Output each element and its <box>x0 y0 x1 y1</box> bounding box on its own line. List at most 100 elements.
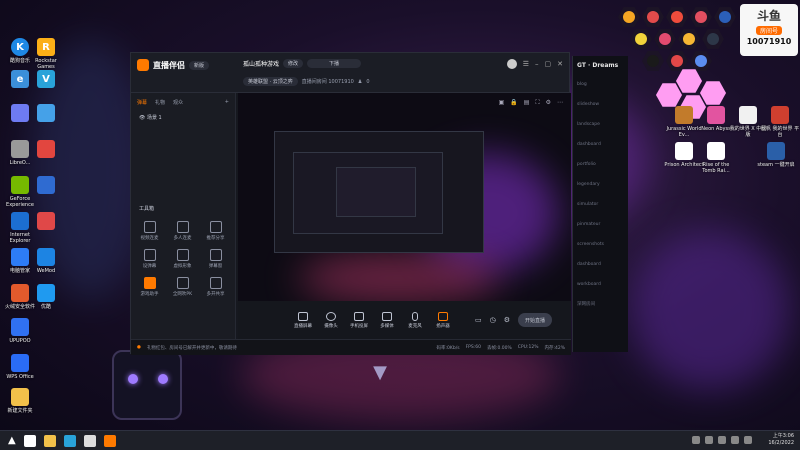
tool-multi-link[interactable]: 多人连麦 <box>166 221 199 241</box>
add-scene-icon[interactable]: + <box>225 99 229 106</box>
hex-app-icon[interactable] <box>702 29 724 49</box>
stream-preview[interactable]: ▣ 🔒 ▤ ⛶ ⚙ ⋯ <box>238 93 571 301</box>
taskbar-app-icon[interactable] <box>23 434 36 447</box>
desktop-icon[interactable]: 优酷 <box>26 284 66 310</box>
list-item[interactable]: portfolio <box>573 155 628 175</box>
hex-app-icon[interactable] <box>654 29 676 49</box>
stop-stream-dropdown[interactable]: 下播 <box>307 59 362 68</box>
desktop-icon[interactable] <box>26 104 66 124</box>
hex-app-icon[interactable] <box>690 7 712 27</box>
tool-share[interactable]: 推荐分享 <box>199 221 232 241</box>
list-item[interactable]: blog <box>573 75 628 95</box>
timer-icon[interactable]: ◷ <box>490 316 496 324</box>
list-item[interactable]: simulator <box>573 195 628 215</box>
list-item[interactable]: landscape <box>573 115 628 135</box>
start-stream-button[interactable]: 开始直播 <box>518 313 553 327</box>
tool-game-helper[interactable]: 游戏助手 <box>133 277 166 297</box>
tool-pk[interactable]: 全网吹PK <box>166 277 199 297</box>
tray-icon[interactable] <box>718 436 726 444</box>
record-icon[interactable]: ▣ <box>499 99 505 107</box>
clock-date: 16/2/2022 <box>768 440 794 446</box>
avatar[interactable] <box>506 59 517 69</box>
record-video-icon[interactable]: ▭ <box>475 316 482 324</box>
list-item[interactable]: dashboard <box>573 135 628 155</box>
start-icon[interactable]: ▲ <box>8 435 16 446</box>
tray-icon[interactable] <box>692 436 700 444</box>
desktop-icon[interactable]: R Rockstar Games <box>26 38 66 70</box>
desktop-icon[interactable] <box>26 212 66 232</box>
list-item[interactable]: 深网房间 <box>573 295 628 315</box>
douyu-room-badge[interactable]: 斗鱼 房间号 10071910 <box>740 4 798 56</box>
minimize-icon[interactable]: – <box>535 60 539 68</box>
desktop-icon[interactable]: steam 一键开启 <box>756 142 796 168</box>
tool-danmu-set[interactable]: 设弹幕 <box>133 249 166 269</box>
edit-title-button[interactable]: 修改 <box>283 59 304 68</box>
list-item[interactable]: legendary <box>573 175 628 195</box>
nested-preview-3 <box>336 167 416 217</box>
version-badge[interactable]: 新版 <box>189 60 210 70</box>
speaker-button[interactable]: 扬声器 <box>433 311 453 329</box>
list-item[interactable]: slideshow <box>573 95 628 115</box>
microphone-button[interactable]: 麦克风 <box>405 311 425 329</box>
upupoo-icon <box>11 318 29 336</box>
eye-icon[interactable]: 👁 <box>139 115 147 121</box>
tray-icon[interactable] <box>744 436 752 444</box>
hex-app-icon[interactable] <box>666 7 688 27</box>
list-item[interactable]: screenshots <box>573 235 628 255</box>
tab-audience[interactable]: 观众 <box>173 99 183 106</box>
tray-icon[interactable] <box>731 436 739 444</box>
desktop-icon[interactable]: 秋帆 我的世界 平台 <box>760 106 800 138</box>
maximize-icon[interactable]: ▢ <box>545 60 552 68</box>
tool-avatar[interactable]: 虚拟形象 <box>166 249 199 269</box>
list-item[interactable]: pinmateur <box>573 215 628 235</box>
category-chip[interactable]: 英雄联盟 · 云顶之弈 <box>243 77 298 86</box>
list-item[interactable]: dashboard <box>573 255 628 275</box>
menu-icon[interactable]: ☰ <box>523 60 529 68</box>
settings-icon[interactable]: ⚙ <box>546 99 551 107</box>
desktop-icon[interactable] <box>26 176 66 196</box>
icon-label: 新建文件夹 <box>7 408 33 414</box>
phone-cast-button[interactable]: 手机投屏 <box>349 311 369 329</box>
close-icon[interactable]: ✕ <box>557 60 563 68</box>
hex-app-icon[interactable] <box>678 29 700 49</box>
hex-app-icon[interactable] <box>642 7 664 27</box>
streaming-app-window[interactable]: 直播伴侣 新版 孤山孤种游戏 修改 下播 英雄联盟 · 云顶之弈 直播间房间 1… <box>130 52 571 355</box>
fullscreen-icon[interactable]: ⛶ <box>535 99 539 107</box>
tool-danmu-window[interactable]: 弹幕窗 <box>199 249 232 269</box>
taskbar-app-icon[interactable] <box>43 434 56 447</box>
lock-icon[interactable]: 🔒 <box>510 99 517 107</box>
media-button[interactable]: 多媒体 <box>377 311 397 329</box>
taskbar-app-icon[interactable] <box>63 434 76 447</box>
tray-icon[interactable] <box>705 436 713 444</box>
hex-app-icon[interactable] <box>642 51 664 71</box>
hex-app-icon[interactable] <box>714 7 736 27</box>
hex-app-icon[interactable] <box>618 7 640 27</box>
more-icon[interactable]: ⋯ <box>557 99 563 107</box>
desktop-icon[interactable]: WeMod <box>26 248 66 274</box>
desktop-icon[interactable]: V <box>26 70 66 90</box>
hex-app-icon[interactable] <box>630 29 652 49</box>
layout-icon[interactable]: ▤ <box>524 99 530 107</box>
hex-app-icon[interactable] <box>690 51 712 71</box>
desktop-icon[interactable]: Rise of the Tomb Rai... <box>696 142 736 174</box>
tool-multi-share[interactable]: 多开共享 <box>199 277 232 297</box>
tab-danmu[interactable]: 弹幕 <box>137 99 147 106</box>
taskbar-app-icon[interactable] <box>83 434 96 447</box>
clock[interactable]: 上午3:06 16/2/2022 <box>768 433 794 447</box>
taskbar-app-icon[interactable] <box>103 434 116 447</box>
desktop-icon[interactable]: UPUPOO <box>0 318 40 344</box>
rockstar-icon: R <box>37 38 55 56</box>
icon-label: UPUPOO <box>9 338 31 344</box>
desktop-icon[interactable]: WPS Office <box>0 354 40 380</box>
side-panel-window[interactable]: GT · Dreams blog slideshow landscape das… <box>572 56 628 352</box>
screen-capture-button[interactable]: 直播屏幕 <box>293 311 313 329</box>
gear-icon[interactable]: ⚙ <box>504 316 510 324</box>
list-item[interactable]: workboard <box>573 275 628 295</box>
tool-video-link[interactable]: 视频连麦 <box>133 221 166 241</box>
camera-button[interactable]: 摄像头 <box>321 311 341 329</box>
desktop-icon[interactable]: 新建文件夹 <box>0 388 40 414</box>
desktop-icon[interactable] <box>26 140 66 160</box>
hex-app-icon[interactable] <box>666 51 688 71</box>
scene-item[interactable]: 👁 场景 1 <box>131 112 235 123</box>
tab-gifts[interactable]: 礼物 <box>155 99 165 106</box>
